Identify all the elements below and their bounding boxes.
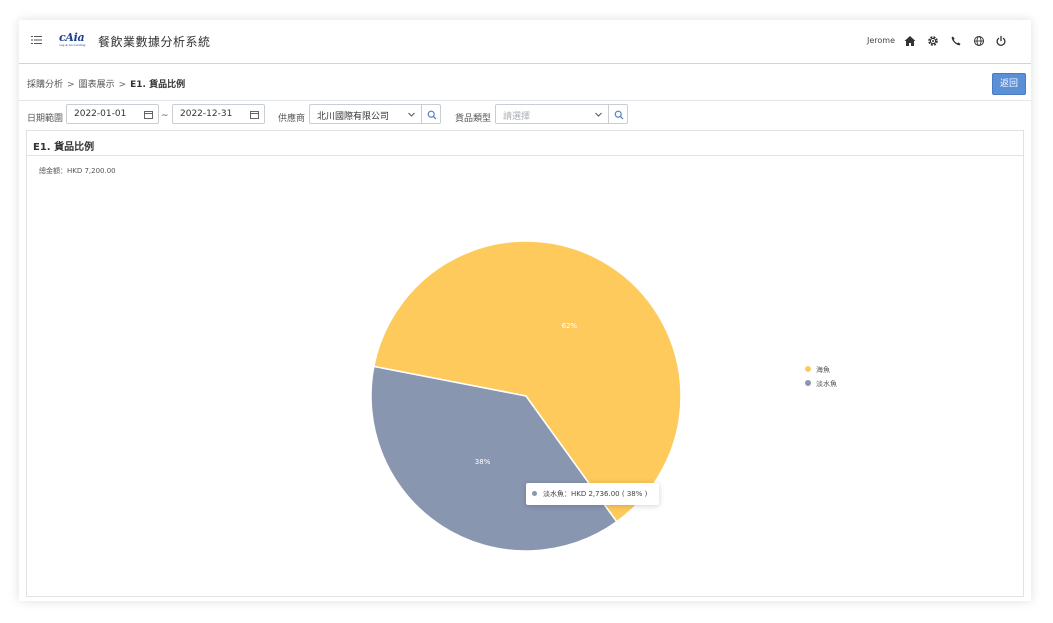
settings-gear-icon[interactable] [926, 34, 940, 48]
app-header: cAia cog & Accounting 餐飲業數據分析系統 Jerome [19, 20, 1031, 64]
logo-subtext: cog & Accounting [59, 43, 86, 47]
chart-panel: E1. 貨品比例 總金額：HKD 7,200.00 62% 38% 海魚 淡水魚 … [26, 130, 1024, 597]
legend-label: 海魚 [816, 366, 830, 374]
chevron-down-icon [408, 112, 415, 117]
main-card: cAia cog & Accounting 餐飲業數據分析系統 Jerome 採… [19, 20, 1031, 601]
category-placeholder: 請選擇 [503, 112, 531, 122]
date-from-value: 2022-01-01 [74, 109, 127, 119]
chevron-down-icon [595, 112, 602, 117]
search-icon [614, 110, 624, 120]
breadcrumb-separator: > [67, 80, 75, 90]
calendar-icon [250, 111, 259, 119]
slice-label-freshwater-fish: 38% [475, 458, 491, 466]
date-to-value: 2022-12-31 [180, 109, 233, 119]
breadcrumb-item-current: E1. 貨品比例 [130, 80, 186, 90]
logo-text: cAia [59, 31, 85, 44]
pie-chart: 62% 38% [370, 240, 682, 552]
calendar-icon [144, 111, 153, 119]
category-search-button[interactable] [608, 104, 628, 124]
breadcrumb-bar: 採購分析 > 圖表展示 > E1. 貨品比例 返回 [19, 64, 1031, 101]
category-label: 貨品類型 [455, 114, 492, 124]
legend-marker [805, 366, 811, 372]
back-button[interactable]: 返回 [992, 73, 1026, 95]
legend-item-sea-fish[interactable]: 海魚 [805, 365, 830, 375]
user-name: Jerome [867, 36, 896, 45]
breadcrumb-item-chart-display[interactable]: 圖表展示 [79, 80, 115, 90]
breadcrumb: 採購分析 > 圖表展示 > E1. 貨品比例 [27, 77, 185, 90]
supplier-select[interactable]: 北川國際有限公司 [309, 104, 422, 124]
home-icon[interactable] [903, 34, 917, 48]
globe-icon[interactable] [972, 34, 986, 48]
breadcrumb-separator: > [118, 80, 127, 90]
power-icon[interactable] [994, 34, 1008, 48]
phone-icon[interactable] [949, 34, 963, 48]
category-select[interactable]: 請選擇 [495, 104, 609, 124]
legend-label: 淡水魚 [816, 380, 837, 388]
search-icon [427, 110, 437, 120]
date-range-label: 日期範圍 [27, 114, 64, 124]
tooltip-text: 淡水魚：HKD 2,736.00 ( 38% ) [543, 490, 648, 498]
chart-tooltip: 淡水魚：HKD 2,736.00 ( 38% ) [526, 483, 659, 505]
date-range-separator: ~ [161, 111, 169, 121]
date-to-input[interactable]: 2022-12-31 [172, 104, 265, 124]
date-from-input[interactable]: 2022-01-01 [66, 104, 159, 124]
supplier-value: 北川國際有限公司 [317, 112, 390, 122]
legend-marker [805, 380, 811, 386]
legend-item-freshwater-fish[interactable]: 淡水魚 [805, 379, 837, 389]
supplier-label: 供應商 [278, 114, 306, 124]
supplier-search-button[interactable] [421, 104, 441, 124]
app-title: 餐飲業數據分析系統 [98, 35, 211, 49]
slice-label-sea-fish: 62% [562, 322, 578, 330]
breadcrumb-item-purchase-analysis[interactable]: 採購分析 [27, 80, 63, 90]
menu-icon[interactable] [31, 34, 43, 46]
tooltip-marker [532, 491, 537, 496]
logo: cAia cog & Accounting [59, 32, 87, 50]
